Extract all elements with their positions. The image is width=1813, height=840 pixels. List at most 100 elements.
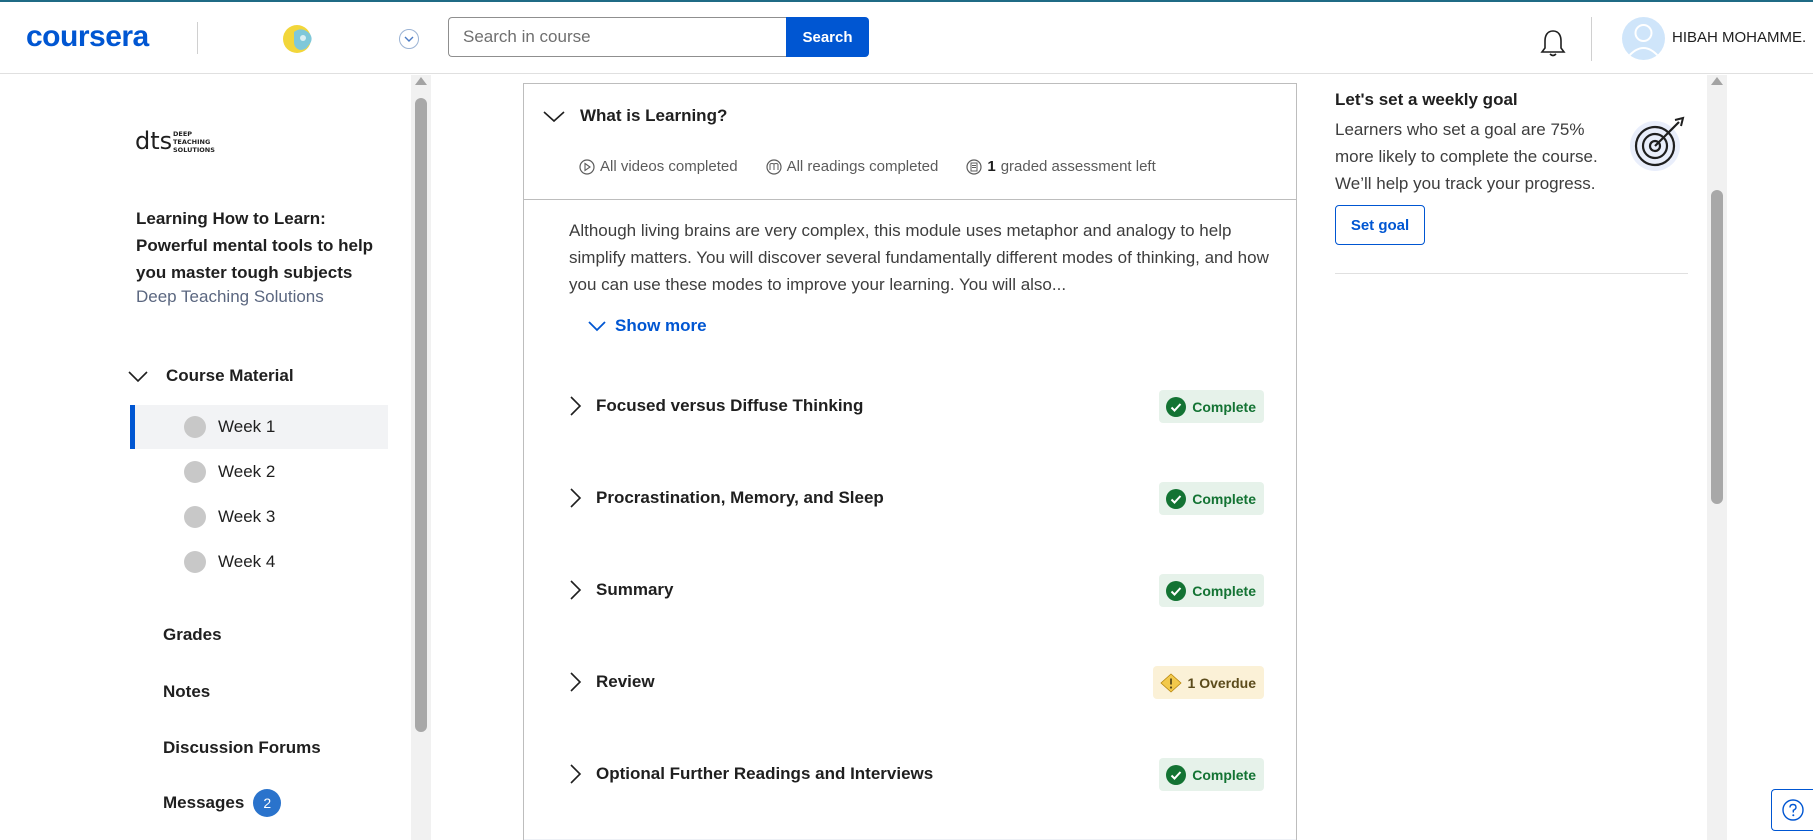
scroll-up-arrow-icon[interactable] (415, 77, 427, 85)
sidebar-item-grades[interactable]: Grades (163, 625, 222, 645)
course-title: Learning How to Learn: Powerful mental t… (136, 209, 374, 282)
partner-logo-icon[interactable] (280, 22, 316, 56)
status-label: Complete (1192, 398, 1256, 415)
header-divider-right (1591, 17, 1592, 61)
course-partner: Deep Teaching Solutions (136, 287, 324, 306)
chevron-right-icon (570, 672, 582, 692)
sidebar-scrollbar-thumb[interactable] (415, 98, 427, 732)
sidebar-item-week-2[interactable]: Week 2 (130, 450, 388, 494)
graded-stat-label: graded assessment left (1000, 158, 1156, 175)
status-label: Complete (1192, 766, 1256, 783)
module-title: What is Learning? (580, 106, 728, 125)
coursera-logo[interactable]: coursera (26, 20, 149, 54)
assessment-icon (966, 158, 982, 175)
search-input[interactable] (448, 17, 786, 57)
lesson-title: Procrastination, Memory, and Sleep (596, 488, 884, 507)
videos-stat-label: All videos completed (600, 158, 738, 175)
graded-stat: 1 graded assessment left (966, 158, 1156, 175)
graded-count: 1 (987, 158, 996, 175)
progress-circle-icon (184, 416, 206, 438)
help-button[interactable] (1771, 789, 1813, 831)
videos-stat: All videos completed (579, 158, 738, 175)
main-scrollbar-thumb[interactable] (1711, 190, 1723, 504)
svg-text:dts: dts (135, 127, 172, 155)
lesson-title: Focused versus Diffuse Thinking (596, 396, 864, 415)
goal-title: Let's set a weekly goal (1335, 90, 1518, 109)
readings-stat-label: All readings completed (786, 158, 939, 175)
status-badge: Complete (1159, 390, 1264, 423)
lesson-title: Optional Further Readings and Interviews (596, 764, 934, 783)
check-circle-icon (1166, 764, 1187, 785)
book-circle-icon (765, 158, 782, 175)
partner-dropdown-button[interactable] (399, 29, 419, 49)
chevron-down-icon (128, 371, 148, 383)
week-label: Week 1 (218, 417, 276, 436)
chevron-right-icon (570, 488, 582, 508)
week-label: Week 4 (218, 552, 276, 571)
sidebar-item-week-4[interactable]: Week 4 (130, 540, 388, 584)
top-header: coursera Search HIBAH MOHAMME... (0, 2, 1813, 74)
lesson-title: Summary (596, 580, 674, 599)
lesson-row[interactable]: Review 1 Overdue (564, 662, 1264, 702)
set-goal-button[interactable]: Set goal (1335, 205, 1425, 245)
lesson-row[interactable]: Procrastination, Memory, and Sleep Compl… (564, 478, 1264, 518)
module-description: Although living brains are very complex,… (569, 221, 1269, 294)
status-badge: Complete (1159, 574, 1264, 607)
header-divider (197, 22, 198, 54)
status-label: Complete (1192, 490, 1256, 507)
chevron-right-icon (570, 396, 582, 416)
partner-logo-line-1: DEEP (173, 130, 192, 138)
target-goal-icon (1630, 116, 1685, 171)
partner-logo-line-3: SOLUTIONS (173, 146, 215, 154)
sidebar-item-messages[interactable]: Messages 2 (163, 789, 282, 817)
progress-circle-icon (184, 461, 206, 483)
module-toggle[interactable]: What is Learning? (542, 104, 727, 128)
show-more-label: Show more (615, 316, 707, 335)
progress-circle-icon (184, 506, 206, 528)
goal-divider (1335, 273, 1688, 274)
scroll-up-arrow-icon[interactable] (1711, 77, 1723, 85)
status-badge: Complete (1159, 758, 1264, 791)
lesson-row[interactable]: Summary Complete (564, 570, 1264, 610)
notifications-bell-icon[interactable] (1539, 28, 1567, 58)
goal-description: Learners who set a goal are 75% more lik… (1335, 120, 1598, 193)
module-card: What is Learning? All videos completed A… (523, 83, 1297, 840)
partner-logo-line-2: TEACHING (173, 138, 210, 146)
module-header: What is Learning? All videos completed A… (524, 84, 1296, 200)
check-circle-icon (1166, 580, 1187, 601)
status-badge: 1 Overdue (1152, 666, 1264, 699)
progress-circle-icon (184, 551, 206, 573)
sidebar-item-notes[interactable]: Notes (163, 682, 210, 702)
search-button[interactable]: Search (786, 17, 869, 57)
course-material-label: Course Material (166, 366, 294, 385)
chevron-right-icon (570, 580, 582, 600)
play-circle-icon (579, 158, 595, 175)
check-circle-icon (1166, 488, 1187, 509)
lesson-row[interactable]: Focused versus Diffuse Thinking Complete (564, 386, 1264, 426)
status-badge: Complete (1159, 482, 1264, 515)
status-label: Complete (1192, 582, 1256, 599)
course-material-toggle[interactable]: Course Material (126, 363, 294, 389)
readings-stat: All readings completed (765, 158, 939, 175)
week-label: Week 3 (218, 507, 276, 526)
show-more-button[interactable]: Show more (587, 316, 707, 336)
user-avatar[interactable] (1622, 17, 1665, 60)
course-sidebar: dts DEEP TEACHING SOLUTIONS Learning How… (0, 75, 410, 840)
chevron-down-icon (404, 36, 414, 42)
messages-count-badge: 2 (253, 789, 282, 817)
chevron-down-icon (588, 321, 606, 332)
chevron-right-icon (570, 764, 582, 784)
sidebar-item-discussion-forums[interactable]: Discussion Forums (163, 738, 321, 758)
messages-label: Messages (163, 793, 245, 812)
sidebar-item-week-1[interactable]: Week 1 (130, 405, 388, 449)
warning-icon (1159, 672, 1182, 693)
sidebar-item-week-3[interactable]: Week 3 (130, 495, 388, 539)
module-stats: All videos completed All readings comple… (579, 158, 1184, 175)
username-label[interactable]: HIBAH MOHAMME... (1672, 29, 1807, 46)
week-label: Week 2 (218, 462, 276, 481)
partner-logo: dts DEEP TEACHING SOLUTIONS (135, 127, 215, 155)
lesson-title: Review (596, 672, 655, 691)
user-placeholder-icon (1627, 24, 1660, 58)
status-label: 1 Overdue (1187, 674, 1256, 691)
lesson-row[interactable]: Optional Further Readings and Interviews… (564, 754, 1264, 794)
